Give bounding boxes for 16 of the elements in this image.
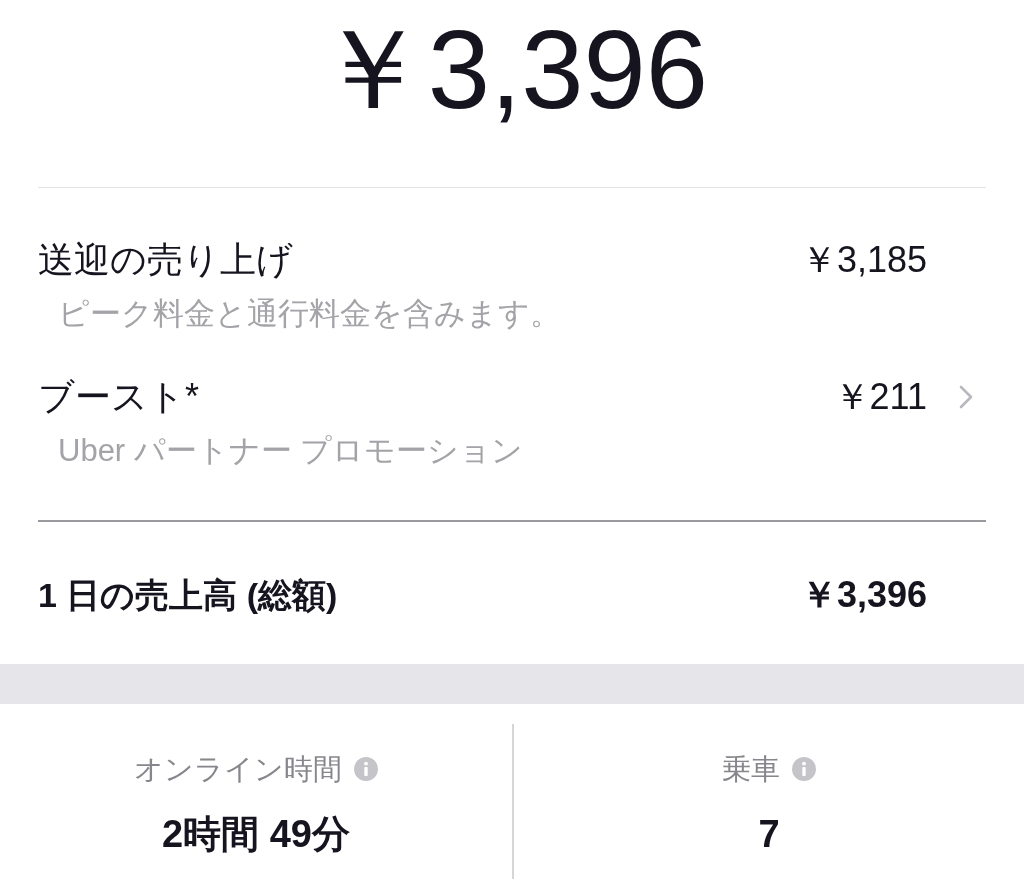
earning-amount: ￥211 — [833, 377, 927, 417]
earning-note: ピーク料金と通行料金を含みます。 — [57, 296, 561, 332]
info-icon[interactable] — [792, 757, 816, 781]
earning-note: Uber パートナー プロモーション — [57, 433, 524, 469]
info-icon[interactable] — [354, 757, 378, 781]
stat-value: 2時間 49分 — [162, 814, 350, 854]
earning-label: ブースト* — [38, 377, 199, 417]
total-earnings-amount: ￥3,396 — [315, 6, 709, 134]
earning-amount: ￥3,185 — [800, 240, 927, 280]
daily-total-label: 1 日の売上高 (総額) — [38, 575, 338, 615]
stat-value: 7 — [758, 814, 780, 854]
stat-label: オンライン時間 — [134, 752, 342, 787]
earning-label: 送迎の売り上げ — [38, 240, 293, 280]
daily-total-amount: ￥3,396 — [800, 575, 927, 615]
chevron-right-icon[interactable] — [959, 385, 973, 409]
stat-label: 乗車 — [722, 752, 780, 787]
